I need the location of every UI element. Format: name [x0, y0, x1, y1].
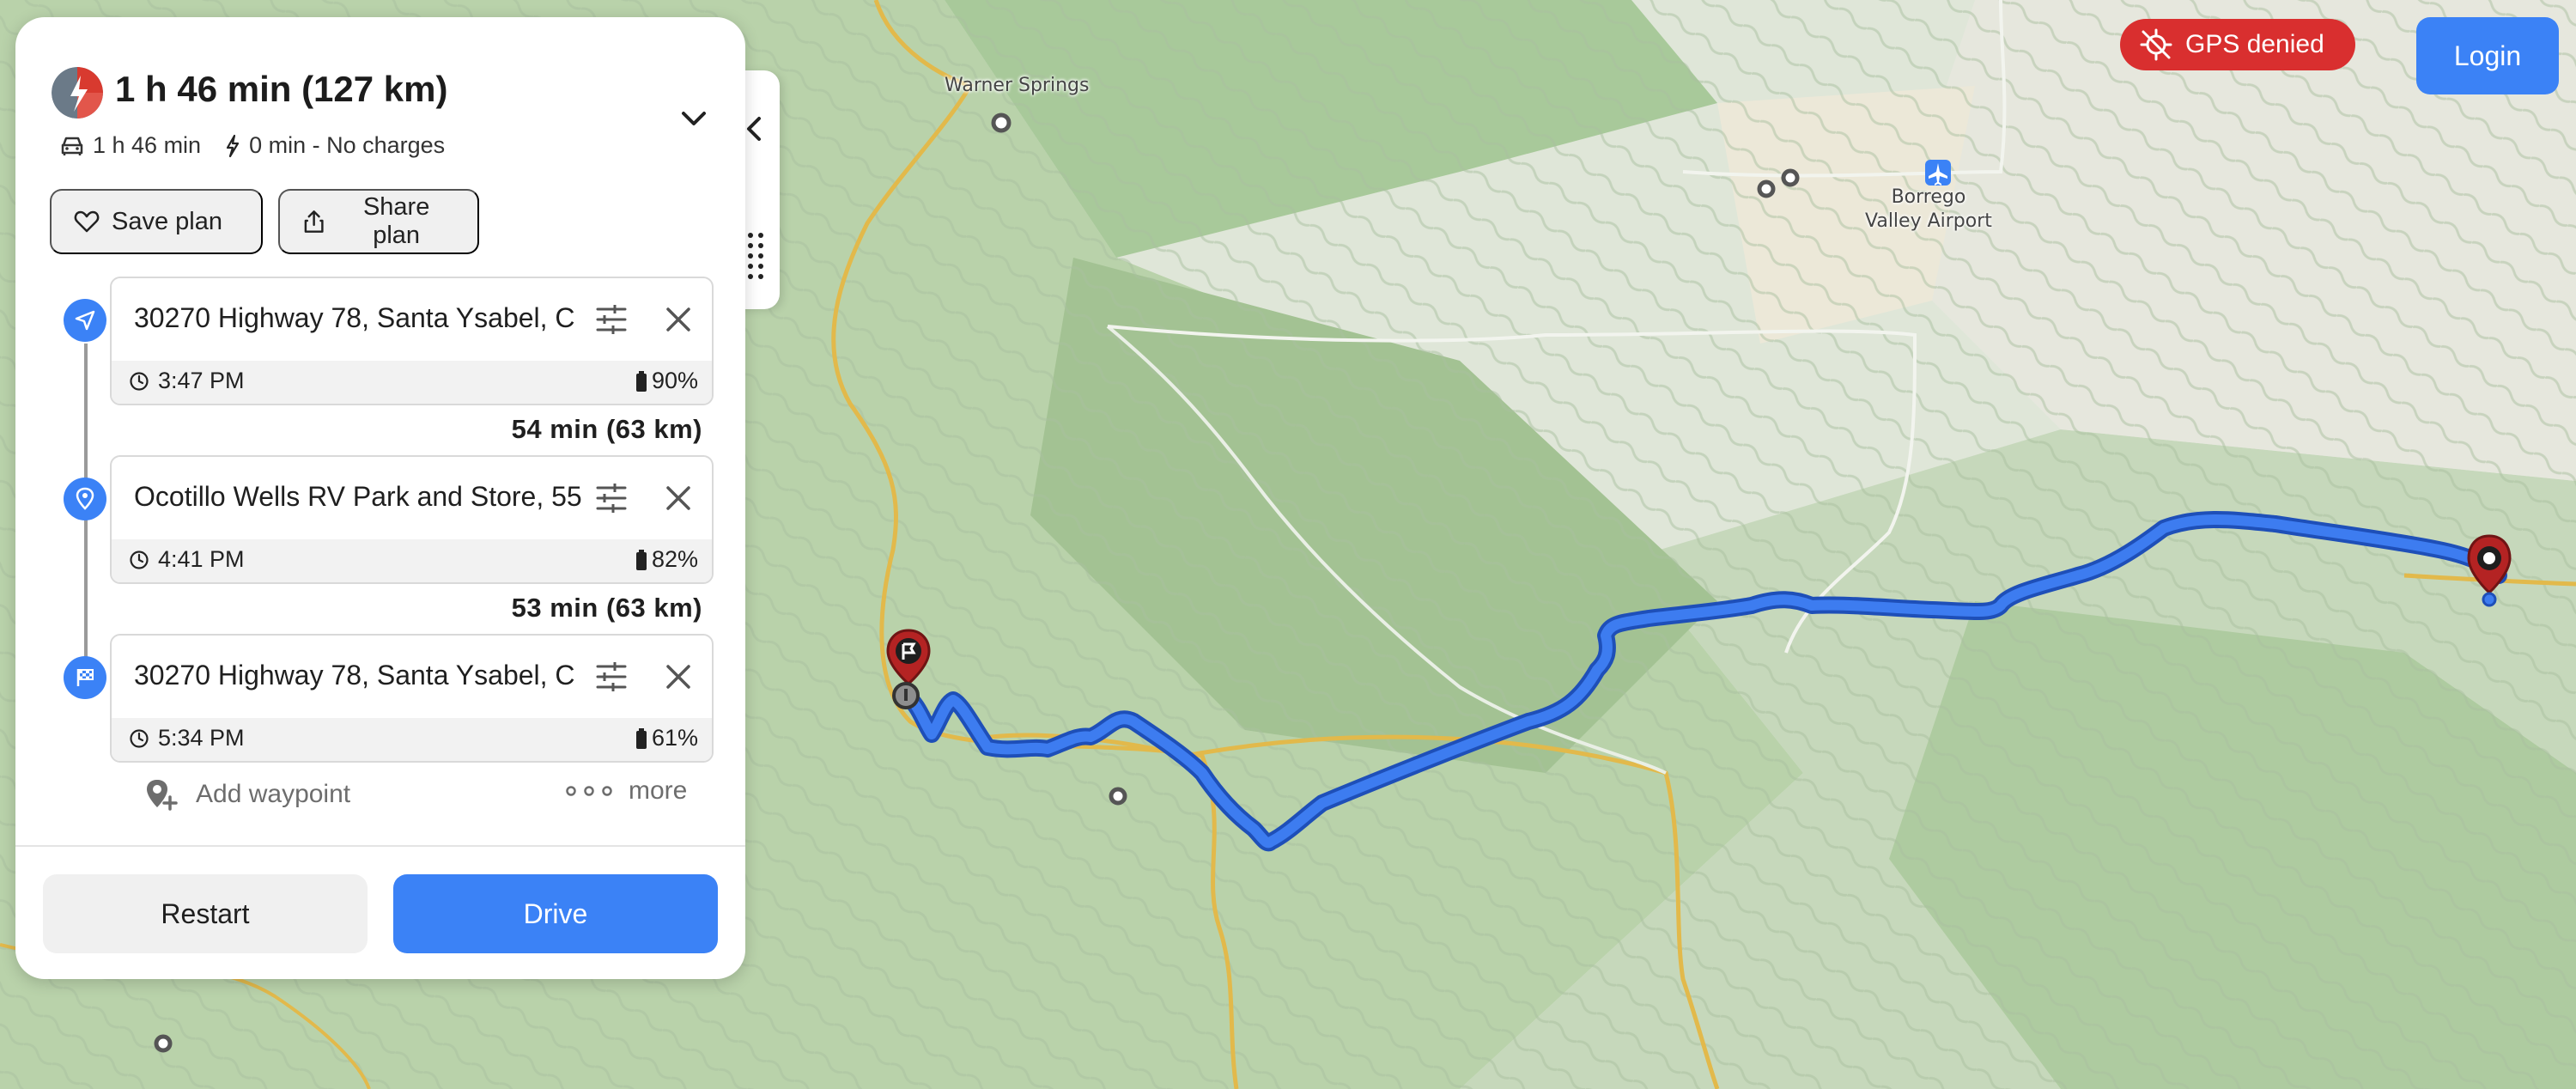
car-icon	[61, 137, 83, 155]
gps-status-label: GPS denied	[2185, 30, 2324, 58]
sliders-icon[interactable]	[592, 479, 630, 517]
more-dots-icon	[566, 786, 612, 796]
stop-footer: 4:41 PM 82%	[112, 539, 712, 582]
stop-footer: 5:34 PM 61%	[112, 718, 712, 761]
clock-icon	[130, 550, 149, 569]
battery-value: 82%	[651, 546, 698, 572]
save-plan-label: Save plan	[112, 207, 222, 235]
add-location-icon	[147, 780, 178, 811]
stop-address-input[interactable]: 30270 Highway 78, Santa Ysabel, C	[134, 660, 589, 691]
close-icon[interactable]	[661, 481, 696, 515]
checkered-flag-icon	[76, 669, 94, 686]
share-plan-label: Share plan	[362, 193, 430, 249]
leg-duration: 53 min (63 km)	[511, 593, 702, 623]
arrival-time: 3:47 PM	[129, 368, 245, 394]
stop-card-start[interactable]: 30270 Highway 78, Santa Ysabel, C 3:47 P…	[110, 277, 714, 405]
stop-card-waypoint[interactable]: Ocotillo Wells RV Park and Store, 55 4:4…	[110, 455, 714, 584]
navigation-arrow-icon	[75, 310, 95, 331]
stop-address-input[interactable]: Ocotillo Wells RV Park and Store, 55	[134, 481, 589, 513]
sliders-icon[interactable]	[592, 658, 630, 696]
route-summary-details: 1 h 46 min 0 min - No charges	[60, 132, 445, 159]
panel-divider	[15, 845, 745, 847]
login-button[interactable]: Login	[2416, 17, 2559, 94]
route-summary-title: 1 h 46 min (127 km)	[115, 69, 448, 109]
battery-value: 61%	[651, 725, 698, 751]
charge-info: 0 min - No charges	[249, 132, 446, 158]
share-icon	[304, 210, 324, 233]
arrival-time: 5:34 PM	[129, 725, 245, 751]
start-stop-dot	[64, 299, 106, 342]
chevron-down-icon[interactable]	[677, 101, 711, 136]
drive-button[interactable]: Drive	[393, 874, 718, 953]
lightning-icon	[226, 134, 240, 157]
waypoint-stop-dot	[64, 478, 106, 520]
heart-icon	[74, 210, 100, 233]
destination-flag-marker[interactable]	[884, 627, 933, 713]
close-icon[interactable]	[661, 302, 696, 337]
drag-handle-icon[interactable]	[745, 230, 766, 282]
arrival-time-value: 4:41 PM	[158, 546, 245, 572]
clock-icon	[130, 728, 149, 748]
battery-icon	[635, 549, 647, 570]
leg-duration: 54 min (63 km)	[511, 414, 702, 444]
restart-button[interactable]: Restart	[43, 874, 368, 953]
close-icon[interactable]	[661, 660, 696, 694]
arrival-time-value: 5:34 PM	[158, 725, 245, 751]
gps-status-badge[interactable]: GPS denied	[2120, 19, 2355, 70]
clock-icon	[130, 371, 149, 391]
battery-icon	[635, 370, 647, 392]
arrival-time: 4:41 PM	[129, 546, 245, 573]
map-label-warner-springs: Warner Springs	[945, 75, 1090, 96]
waypoint-marker[interactable]	[2464, 532, 2514, 610]
battery-level: 61%	[635, 725, 698, 751]
add-waypoint-button[interactable]: Add waypoint	[143, 776, 350, 812]
share-plan-button[interactable]: Share plan	[278, 189, 479, 254]
save-plan-button[interactable]: Save plan	[50, 189, 263, 254]
more-label: more	[629, 776, 688, 805]
location-pin-icon	[76, 487, 94, 510]
add-waypoint-label: Add waypoint	[196, 780, 351, 808]
stop-card-destination[interactable]: 30270 Highway 78, Santa Ysabel, C 5:34 P…	[110, 634, 714, 763]
route-planner-panel: 1 h 46 min (127 km) 1 h 46 min 0 min - N…	[15, 17, 745, 979]
gps-off-icon	[2140, 28, 2172, 61]
battery-level: 90%	[635, 368, 698, 394]
drive-time: 1 h 46 min	[93, 132, 202, 158]
arrival-time-value: 3:47 PM	[158, 368, 245, 393]
more-button[interactable]: more	[565, 776, 687, 806]
sliders-icon[interactable]	[592, 301, 630, 338]
battery-icon	[635, 727, 647, 749]
app-logo-icon	[52, 67, 103, 119]
map-label-borrego-airport: Borrego Valley Airport	[1865, 186, 1992, 232]
battery-value: 90%	[651, 368, 698, 393]
stop-address-input[interactable]: 30270 Highway 78, Santa Ysabel, C	[134, 302, 589, 334]
stop-footer: 3:47 PM 90%	[112, 361, 712, 404]
battery-level: 82%	[635, 546, 698, 573]
destination-stop-dot	[64, 656, 106, 699]
